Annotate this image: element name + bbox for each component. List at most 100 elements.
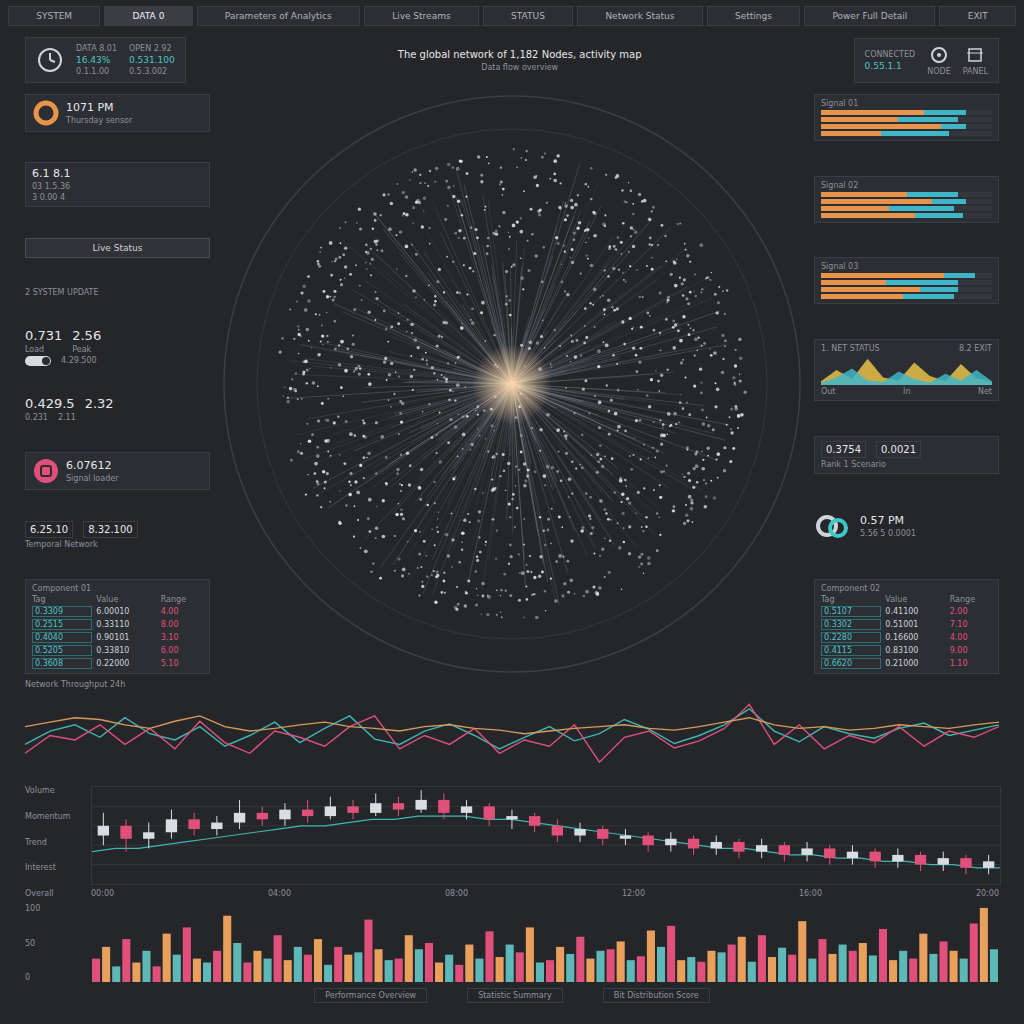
top-bar-item[interactable]: Power Full Detail bbox=[804, 6, 935, 26]
footer-label[interactable]: Performance Overview bbox=[314, 988, 427, 1003]
metrics-group: 0.429.52.32 0.231 2.11 bbox=[25, 396, 210, 422]
bar-segment bbox=[924, 110, 967, 115]
bar bbox=[496, 957, 504, 982]
bar bbox=[536, 963, 544, 983]
node-button[interactable]: NODE bbox=[927, 45, 951, 76]
row-value: 0.41100 bbox=[885, 607, 945, 616]
table-row[interactable]: 0.4040 0.90101 3.10 bbox=[32, 632, 203, 643]
candle bbox=[960, 855, 971, 874]
bar bbox=[909, 959, 917, 982]
bar bbox=[778, 948, 786, 982]
table-row[interactable]: 0.3608 0.22000 5.10 bbox=[32, 658, 203, 669]
panel-title: 1. NET STATUS bbox=[821, 344, 880, 353]
table-row[interactable]: 0.5107 0.41100 2.00 bbox=[821, 606, 992, 617]
bar bbox=[142, 951, 150, 982]
bar bbox=[990, 949, 998, 982]
rings-caption: 5.56 5 0.0001 bbox=[860, 529, 916, 538]
candle bbox=[983, 855, 994, 874]
reading-value: 0.3754 bbox=[821, 441, 866, 458]
panel-action[interactable]: 8.2 EXIT bbox=[959, 344, 992, 353]
chart-title: Network Throughput 24h bbox=[25, 680, 999, 689]
metric-value: 2.32 bbox=[85, 396, 114, 411]
metric-label: Load bbox=[25, 345, 62, 354]
x-axis: 00:0004:0008:0012:0016:0020:00 bbox=[91, 887, 999, 898]
table-row[interactable]: 0.5205 0.33810 6.00 bbox=[32, 645, 203, 656]
row-range: 1.10 bbox=[950, 659, 992, 668]
top-bar-item[interactable]: SYSTEM bbox=[8, 6, 100, 26]
stat-value: 0.531.100 bbox=[129, 55, 175, 65]
top-bar-item[interactable]: Parameters of Analytics bbox=[197, 6, 360, 26]
table-title: Component 02 bbox=[821, 584, 992, 593]
stacked-bar bbox=[821, 199, 992, 204]
readings-caption: Rank 1 Scenario bbox=[821, 460, 992, 469]
bar bbox=[879, 929, 887, 982]
bar bbox=[607, 949, 615, 982]
stacked-bar bbox=[821, 287, 992, 292]
line-series bbox=[25, 704, 999, 762]
top-bar-item[interactable]: Network Status bbox=[577, 6, 703, 26]
bar-segment bbox=[907, 192, 958, 197]
column-header: Value bbox=[885, 595, 945, 604]
top-bar-item[interactable]: Live Streams bbox=[364, 6, 479, 26]
candle bbox=[665, 832, 676, 851]
table-row[interactable]: 0.6620 0.21000 1.10 bbox=[821, 658, 992, 669]
row-tag: 0.5107 bbox=[821, 606, 881, 617]
bar bbox=[647, 931, 655, 982]
table-row[interactable]: 0.3302 0.51001 7.10 bbox=[821, 619, 992, 630]
bar bbox=[526, 927, 534, 982]
alert-caption: Signal loader bbox=[66, 474, 118, 483]
clock-time: 1071 PM bbox=[66, 101, 132, 114]
bar bbox=[617, 941, 625, 982]
header: DATA 8.01 16.43% 0.1.1.00OPEN 2.92 0.531… bbox=[0, 32, 1024, 88]
panel-button[interactable]: PANEL bbox=[963, 45, 988, 76]
column-header: Tag bbox=[821, 595, 881, 604]
stacked-bar bbox=[821, 117, 992, 122]
bar bbox=[960, 959, 968, 982]
bar bbox=[758, 935, 766, 982]
bar bbox=[405, 935, 413, 982]
x-tick: 20:00 bbox=[976, 889, 999, 898]
bar bbox=[435, 963, 443, 983]
line-series bbox=[25, 709, 999, 749]
candle bbox=[461, 800, 472, 819]
bar-panel: Signal 03 bbox=[814, 257, 999, 304]
top-bar-item[interactable]: Settings bbox=[707, 6, 800, 26]
top-bar-item[interactable]: STATUS bbox=[483, 6, 573, 26]
bar bbox=[677, 960, 685, 982]
bar bbox=[314, 939, 322, 982]
y-axis: 100500 bbox=[25, 904, 85, 982]
bar bbox=[374, 949, 382, 982]
panel-title: Signal 01 bbox=[821, 99, 992, 108]
bar-panel: Signal 02 bbox=[814, 176, 999, 223]
bar bbox=[929, 954, 937, 982]
bar bbox=[395, 959, 403, 982]
table-row[interactable]: 0.2280 0.16600 4.00 bbox=[821, 632, 992, 643]
bar bbox=[173, 955, 181, 982]
bar bbox=[728, 945, 736, 982]
footer: Performance Overview Statistic Summary Bit… bbox=[0, 988, 1024, 1003]
bar bbox=[839, 945, 847, 982]
table-row[interactable]: 0.2515 0.33110 8.00 bbox=[32, 619, 203, 630]
area-chart bbox=[821, 355, 992, 385]
footer-label[interactable]: Bit Distribution Score bbox=[603, 988, 710, 1003]
sphere-rays bbox=[289, 165, 729, 605]
table-row[interactable]: 0.3309 6.00010 4.00 bbox=[32, 606, 203, 617]
header-stat: CONNECTED 0.55.1.1 bbox=[865, 50, 916, 71]
bar bbox=[294, 947, 302, 982]
top-bar-item[interactable]: DATA 0 bbox=[104, 6, 192, 26]
top-bar-item[interactable]: EXIT bbox=[939, 6, 1016, 26]
chart-label: Net bbox=[978, 387, 992, 396]
candle bbox=[779, 842, 790, 861]
candle bbox=[892, 848, 903, 867]
footer-label[interactable]: Statistic Summary bbox=[467, 988, 563, 1003]
toggle-switch[interactable] bbox=[25, 356, 51, 366]
sphere-core bbox=[472, 344, 552, 424]
table-row[interactable]: 0.4115 0.83100 9.00 bbox=[821, 645, 992, 656]
candle bbox=[529, 813, 540, 832]
page-title: The global network of 1,182 Nodes, activ… bbox=[398, 49, 642, 60]
candle bbox=[642, 832, 653, 851]
status-button[interactable]: Live Status bbox=[25, 238, 210, 258]
bar bbox=[556, 947, 564, 982]
network-sphere[interactable] bbox=[222, 94, 802, 674]
bar bbox=[213, 951, 221, 982]
